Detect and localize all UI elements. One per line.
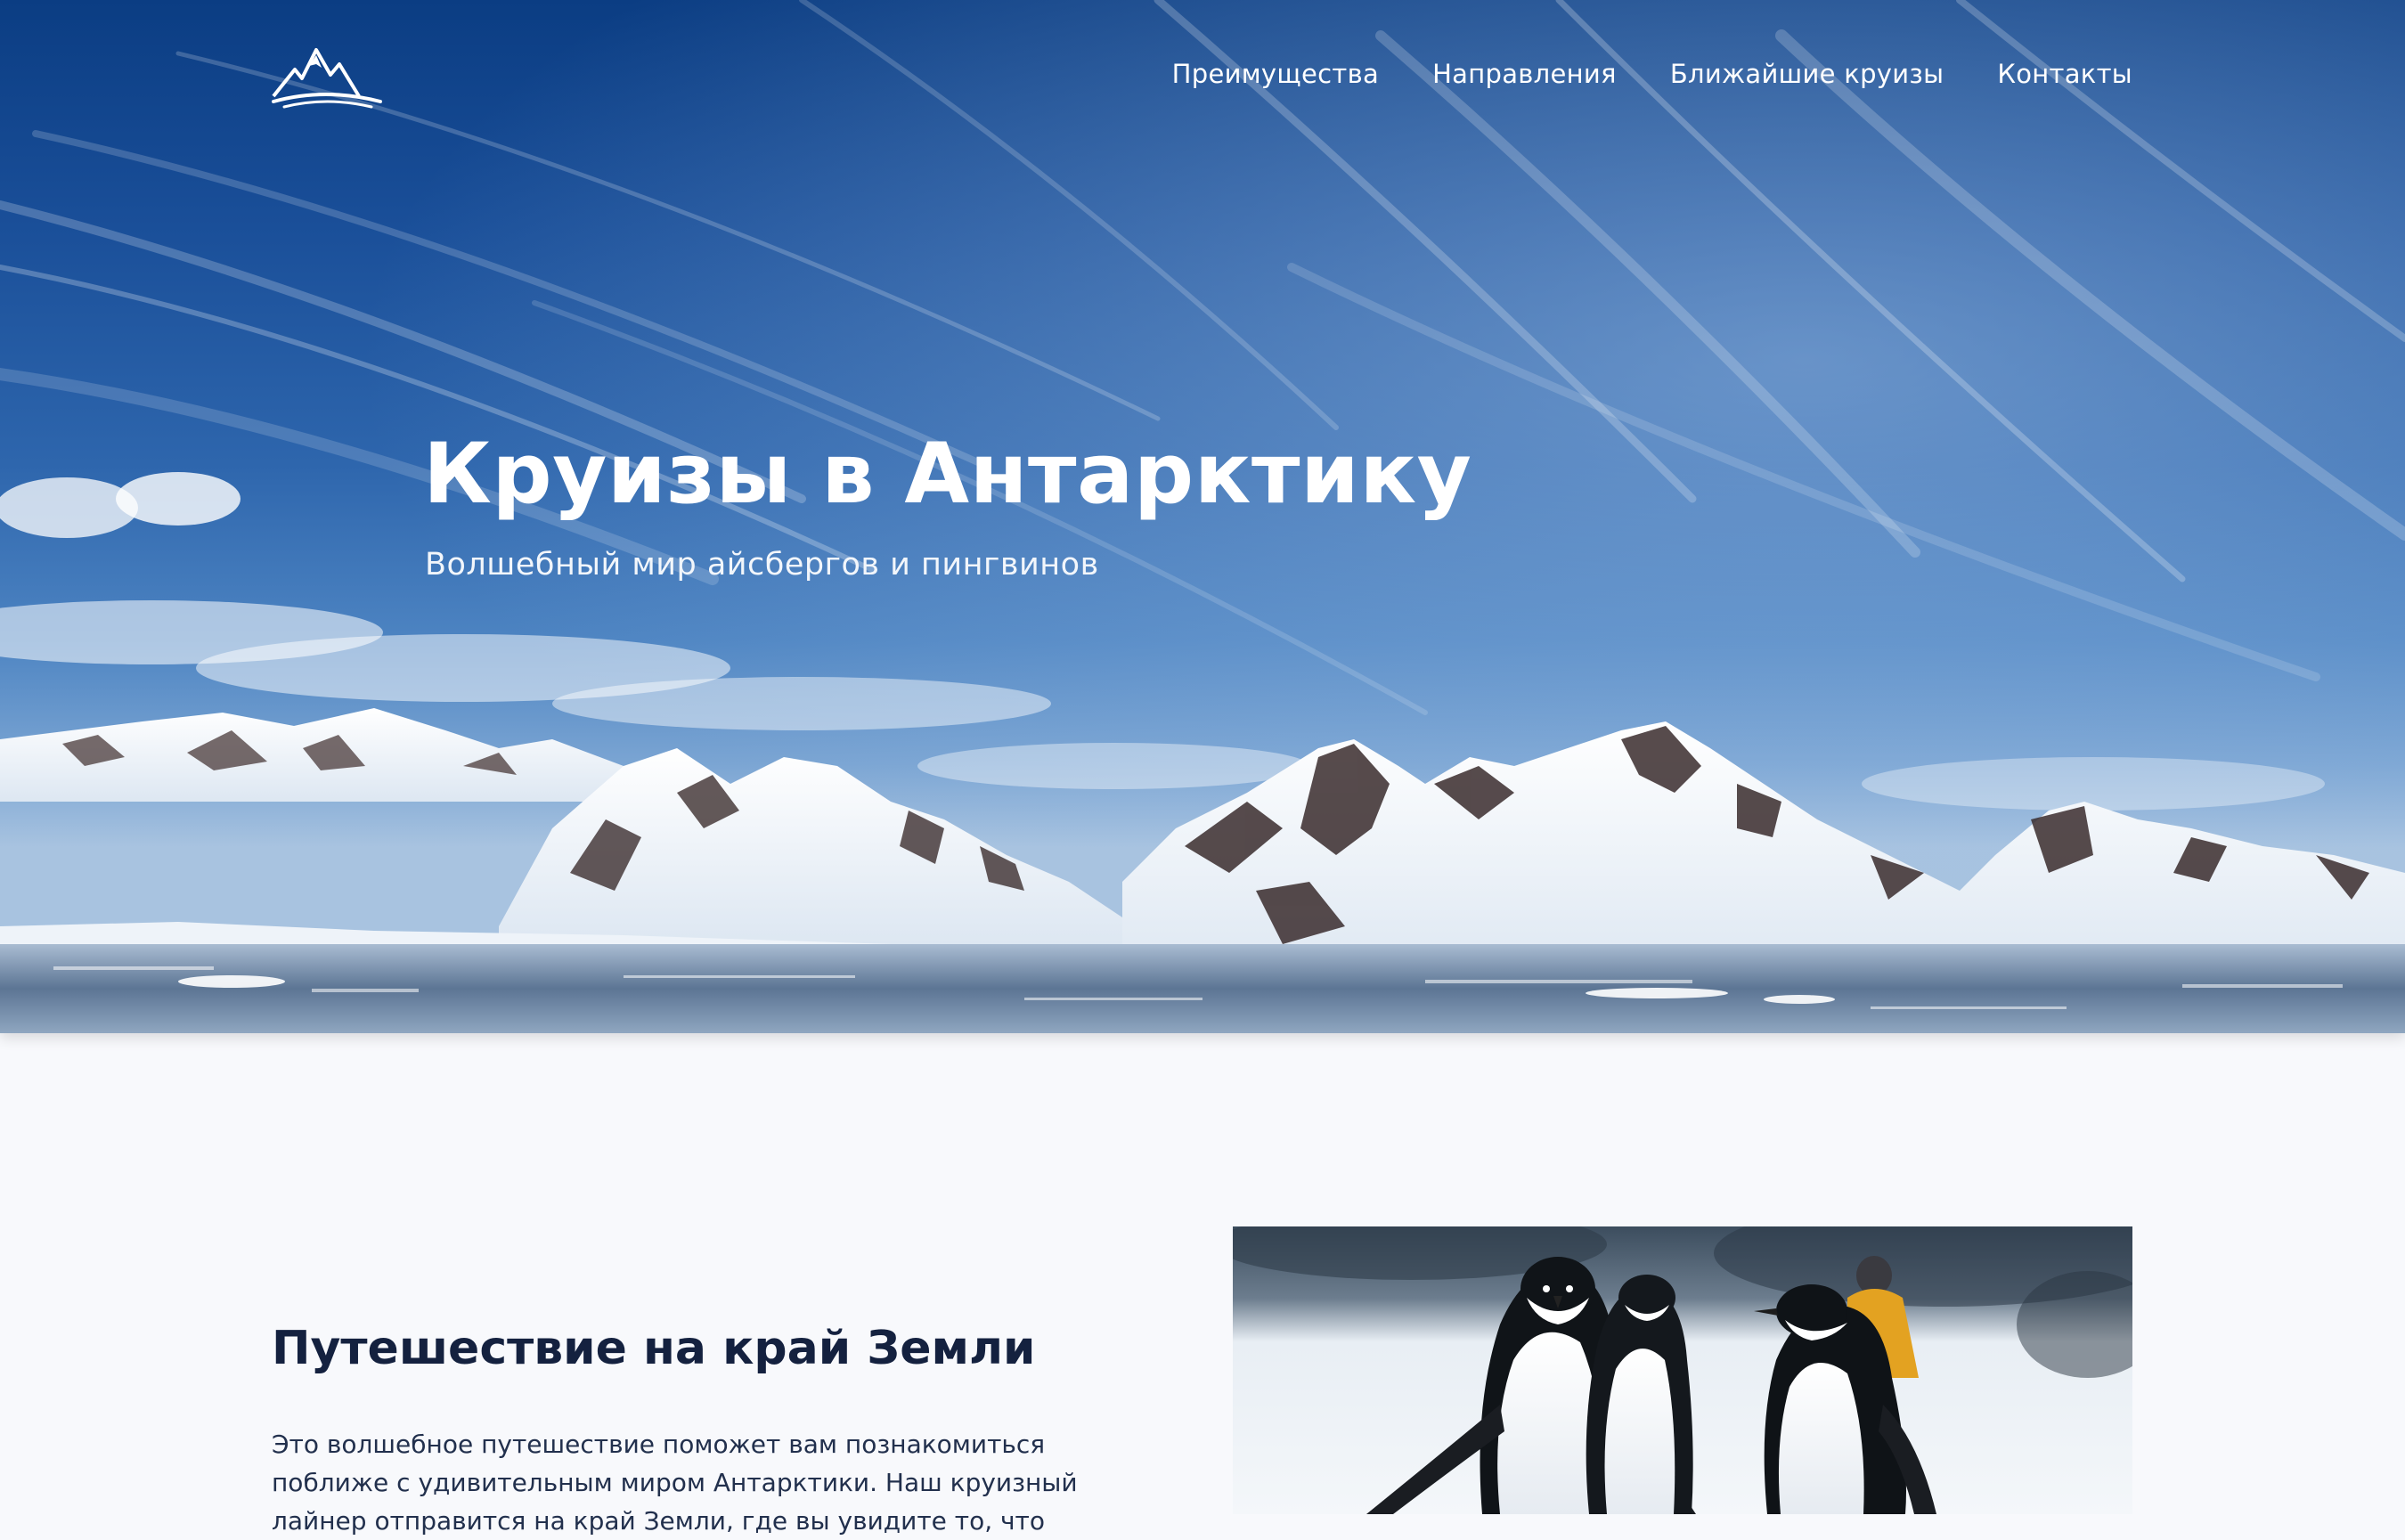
mountain-logo-icon[interactable]: [272, 45, 383, 111]
nav-item-contacts[interactable]: Контакты: [1997, 59, 2132, 89]
nav-item-advantages[interactable]: Преимущества: [1172, 59, 1379, 89]
main-nav: Преимущества Направления Ближайшие круиз…: [1172, 59, 2132, 89]
hero-banner: Преимущества Направления Ближайшие круиз…: [0, 0, 2405, 1033]
penguins-photo: [1233, 1226, 2132, 1514]
section-text: Это волшебное путешествие поможет вам по…: [272, 1430, 1078, 1536]
hero-subtitle: Волшебный мир айсбергов и пингвинов: [425, 547, 1099, 583]
nav-item-upcoming-cruises[interactable]: Ближайшие круизы: [1670, 59, 1944, 89]
section-title: Путешествие на край Земли: [272, 1322, 1036, 1375]
nav-item-destinations[interactable]: Направления: [1432, 59, 1617, 89]
hero-title: Круизы в Антарктику: [423, 426, 1472, 523]
